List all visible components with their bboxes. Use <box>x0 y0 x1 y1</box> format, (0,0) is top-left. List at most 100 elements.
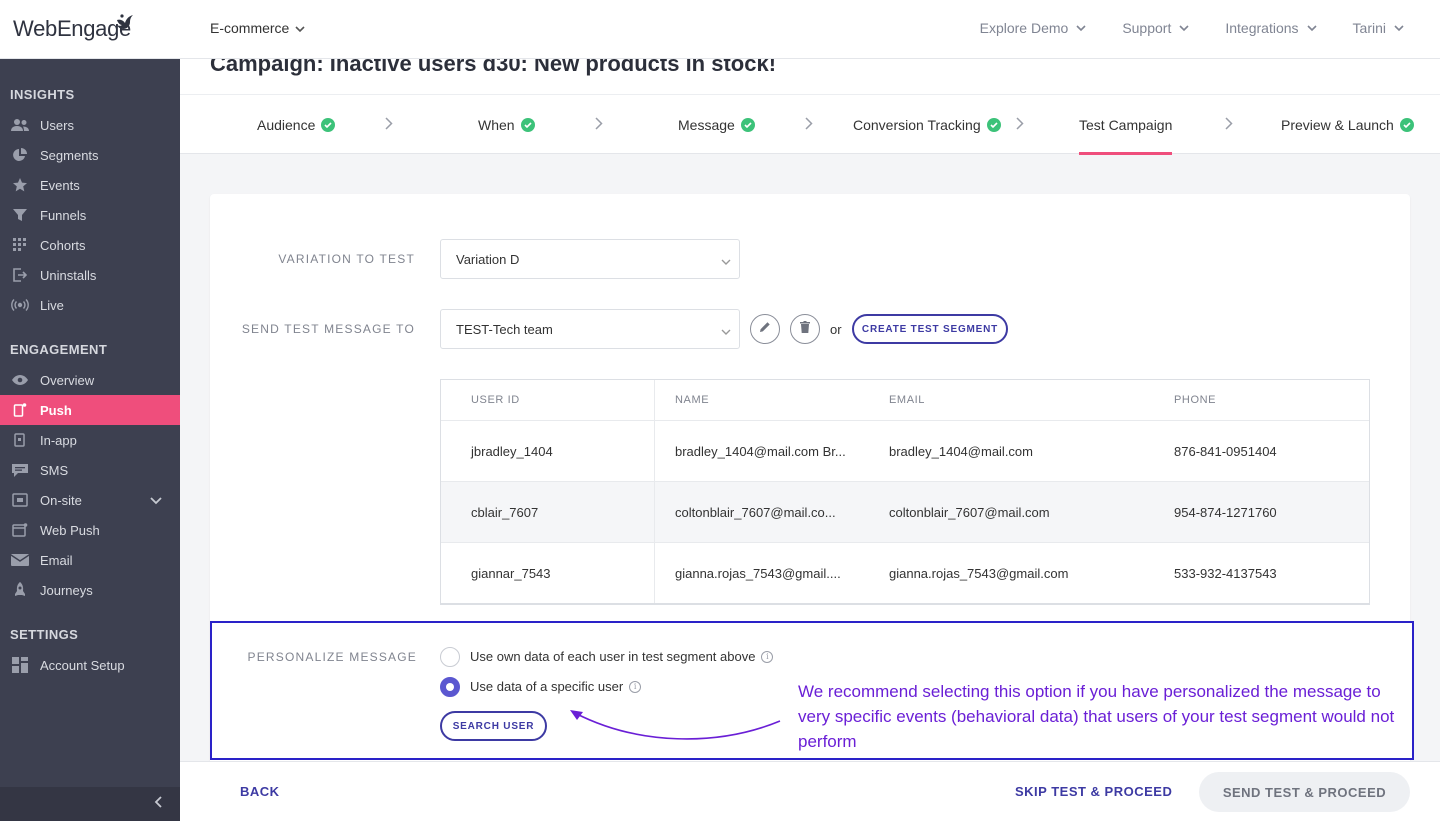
cell-email: bradley_1404@mail.com <box>889 443 1033 459</box>
sidebar-item-users[interactable]: Users <box>0 110 180 140</box>
sidebar-item-journeys[interactable]: Journeys <box>0 575 180 605</box>
project-name: E-commerce <box>210 20 290 36</box>
section-title-insights: INSIGHTS <box>10 87 75 102</box>
sidebar-item-onsite[interactable]: On-site <box>0 485 180 515</box>
sidebar-item-overview[interactable]: Overview <box>0 365 180 395</box>
sidebar-item-sms[interactable]: SMS <box>0 455 180 485</box>
sidebar-item-funnels[interactable]: Funnels <box>0 200 180 230</box>
send-test-proceed-button[interactable]: SEND TEST & PROCEED <box>1199 772 1410 812</box>
logo[interactable]: WebEngage <box>0 0 180 59</box>
tab-label: Conversion Tracking <box>853 116 981 133</box>
topnav-label: Support <box>1122 20 1172 36</box>
cell-phone: 876-841-0951404 <box>1174 443 1277 459</box>
test-users-table: USER ID NAME EMAIL PHONE jbradley_1404 b… <box>440 379 1370 605</box>
create-test-segment-button[interactable]: CREATE TEST SEGMENT <box>852 314 1008 344</box>
rocket-icon <box>10 582 30 597</box>
push-icon <box>10 403 30 417</box>
chevron-down-icon <box>295 20 305 36</box>
sidebar-item-email[interactable]: Email <box>0 545 180 575</box>
check-circle-icon <box>321 117 336 132</box>
radio-own-data[interactable] <box>440 647 460 667</box>
sidebar-item-push[interactable]: Push <box>0 395 180 425</box>
sidebar-item-label: Uninstalls <box>40 267 97 283</box>
topnav-label: Tarini <box>1352 20 1386 36</box>
cell-phone: 954-874-1271760 <box>1174 504 1277 520</box>
sidebar-item-webpush[interactable]: Web Push <box>0 515 180 545</box>
sidebar-item-label: Journeys <box>40 582 93 598</box>
sidebar-item-label: SMS <box>40 462 69 478</box>
topnav-explore-demo[interactable]: Explore Demo <box>980 20 1087 36</box>
test-segment-value: TEST-Tech team <box>456 321 553 337</box>
cell-user-id: giannar_7543 <box>441 543 655 603</box>
sidebar-item-live[interactable]: Live <box>0 290 180 320</box>
option-own-data[interactable]: Use own data of each user in test segmen… <box>470 649 774 664</box>
personalize-message-section: PERSONALIZE MESSAGE Use own data of each… <box>210 621 1414 760</box>
sidebar-item-label: Account Setup <box>40 657 125 673</box>
cell-phone: 533-932-4137543 <box>1174 565 1277 581</box>
campaign-steps: Audience When Message Conversion Trackin… <box>180 94 1440 155</box>
chevron-right-icon <box>1016 117 1024 135</box>
cell-email: coltonblair_7607@mail.com <box>889 504 1050 520</box>
tab-audience[interactable]: Audience <box>257 95 336 154</box>
cell-name: bradley_1404@mail.com Br... <box>675 443 846 459</box>
topnav-user-menu[interactable]: Tarini <box>1353 20 1404 36</box>
exit-icon <box>10 268 30 282</box>
variation-label: VARIATION TO TEST <box>278 252 415 266</box>
topnav-label: Explore Demo <box>979 20 1069 36</box>
cell-user-id: cblair_7607 <box>441 482 655 542</box>
sidebar-item-account-setup[interactable]: Account Setup <box>0 650 180 680</box>
column-header-phone: PHONE <box>1174 394 1217 406</box>
sidebar-item-segments[interactable]: Segments <box>0 140 180 170</box>
variation-value: Variation D <box>456 251 520 267</box>
sidebar-item-events[interactable]: Events <box>0 170 180 200</box>
grid-icon <box>10 238 30 252</box>
tab-conversion-tracking[interactable]: Conversion Tracking <box>853 95 1001 154</box>
search-user-button[interactable]: SEARCH USER <box>440 711 547 741</box>
sidebar-item-uninstalls[interactable]: Uninstalls <box>0 260 180 290</box>
send-test-label: SEND TEST MESSAGE TO <box>241 322 415 336</box>
users-icon <box>10 118 30 132</box>
project-switcher[interactable]: E-commerce <box>210 20 305 36</box>
onsite-icon <box>10 493 30 507</box>
radio-specific-user[interactable] <box>440 677 460 697</box>
tab-test-campaign[interactable]: Test Campaign <box>1079 95 1173 155</box>
sidebar-item-inapp[interactable]: In-app <box>0 425 180 455</box>
tab-when[interactable]: When <box>478 95 535 154</box>
section-title-settings: SETTINGS <box>10 627 79 642</box>
chevron-down-icon <box>721 324 731 339</box>
option-specific-user[interactable]: Use data of a specific user i <box>470 679 642 694</box>
annotation-arrow-icon <box>570 710 781 740</box>
topnav-integrations[interactable]: Integrations <box>1225 20 1317 36</box>
info-icon[interactable]: i <box>761 650 774 663</box>
sidebar-item-cohorts[interactable]: Cohorts <box>0 230 180 260</box>
chevron-right-icon <box>1225 117 1233 135</box>
chevron-down-icon[interactable] <box>150 493 162 508</box>
delete-segment-button[interactable] <box>790 314 820 344</box>
tab-label: Preview & Launch <box>1281 116 1394 133</box>
test-segment-select[interactable]: TEST-Tech team <box>440 309 740 349</box>
sidebar: INSIGHTS Users Segments Events Funnels C… <box>0 0 180 821</box>
tab-message[interactable]: Message <box>678 95 755 154</box>
trash-icon <box>800 320 810 338</box>
table-row: jbradley_1404 bradley_1404@mail.com Br..… <box>441 420 1369 481</box>
chevron-right-icon <box>385 117 393 135</box>
option-specific-user-label: Use data of a specific user <box>470 679 624 694</box>
sidebar-collapse[interactable] <box>0 787 180 821</box>
back-button[interactable]: BACK <box>240 784 280 799</box>
info-icon[interactable]: i <box>629 680 642 693</box>
topnav-label: Integrations <box>1225 20 1299 36</box>
chevron-left-icon[interactable] <box>154 795 162 813</box>
variation-select[interactable]: Variation D <box>440 239 740 279</box>
column-header-user-id: USER ID <box>441 380 655 420</box>
chevron-down-icon <box>1394 24 1404 31</box>
sidebar-item-label: Web Push <box>40 522 100 538</box>
topnav-support[interactable]: Support <box>1122 20 1189 36</box>
page-title: Campaign: Inactive users d30: New produc… <box>210 59 777 76</box>
tab-preview-launch[interactable]: Preview & Launch <box>1281 95 1414 154</box>
top-bar: E-commerce Explore Demo Support Integrat… <box>180 0 1440 59</box>
webpush-icon <box>10 523 30 537</box>
edit-segment-button[interactable] <box>750 314 780 344</box>
footer-actions: BACK SKIP TEST & PROCEED SEND TEST & PRO… <box>180 761 1440 821</box>
skip-test-button[interactable]: SKIP TEST & PROCEED <box>1015 784 1172 799</box>
chevron-down-icon <box>1306 24 1317 31</box>
